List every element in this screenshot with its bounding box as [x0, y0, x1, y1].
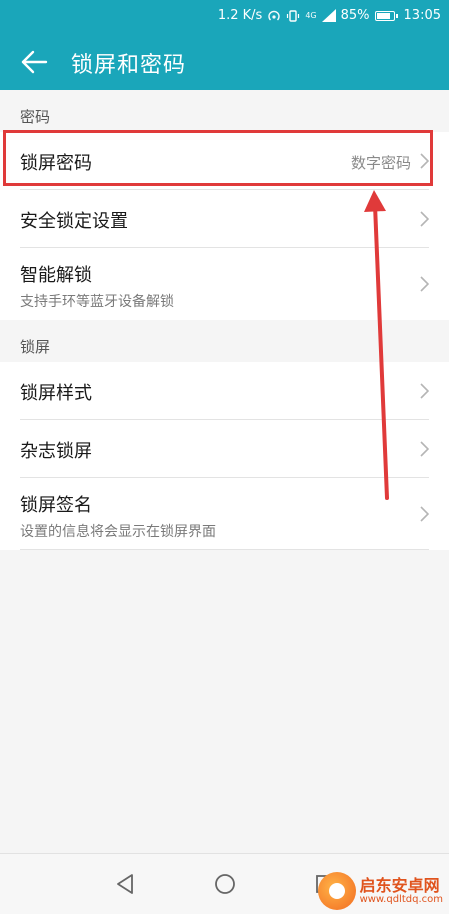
magazine-lock-screen-item[interactable]: 杂志锁屏 [0, 420, 449, 478]
vibrate-icon [287, 9, 300, 22]
lock-screen-style-item[interactable]: 锁屏样式 [0, 362, 449, 420]
smart-unlock-item[interactable]: 智能解锁 支持手环等蓝牙设备解锁 [0, 248, 449, 320]
system-nav-bar: 启东安卓网 www.qdltdq.com [0, 853, 449, 914]
chevron-right-icon [420, 383, 429, 399]
clock: 13:05 [403, 8, 441, 23]
lock-screen-signature-item[interactable]: 锁屏签名 设置的信息将会显示在锁屏界面 [0, 478, 449, 550]
status-icons: 1.2 K/s 4G 85% 13:05 [218, 8, 441, 23]
page-title: 锁屏和密码 [71, 53, 187, 78]
battery-icon [374, 10, 398, 21]
chevron-right-icon [420, 153, 429, 169]
section-label-password: 密码 [20, 108, 51, 126]
watermark: 启东安卓网 www.qdltdq.com [317, 872, 443, 910]
watermark-name: 启东安卓网 [359, 875, 440, 895]
item-title: 安全锁定设置 [20, 211, 128, 232]
item-title: 锁屏样式 [20, 383, 92, 404]
status-bar: 1.2 K/s 4G 85% 13:05 [0, 0, 449, 34]
item-title: 锁屏密码 [20, 153, 92, 174]
chevron-right-icon [420, 506, 429, 522]
network-speed: 1.2 K/s [217, 8, 263, 23]
section-label-lock-screen: 锁屏 [20, 338, 51, 356]
item-value: 数字密码 [350, 154, 411, 172]
security-lock-settings-item[interactable]: 安全锁定设置 [0, 190, 449, 248]
settings-group-password: 锁屏密码 数字密码 安全锁定设置 智能解锁 支持手环等蓝牙设备解锁 [0, 132, 449, 320]
battery-fill [376, 12, 390, 19]
item-title: 智能解锁 [20, 265, 92, 286]
nav-home-icon[interactable] [212, 871, 238, 897]
chevron-right-icon [420, 276, 429, 292]
battery-percent: 85% [340, 8, 370, 23]
app-bar: 锁屏和密码 [0, 34, 449, 90]
watermark-logo-icon [317, 872, 356, 910]
item-subtitle: 支持手环等蓝牙设备解锁 [20, 294, 174, 310]
item-title: 杂志锁屏 [20, 441, 92, 462]
item-title: 锁屏签名 [20, 495, 92, 516]
hotspot-icon [268, 10, 281, 20]
arrow-left-icon[interactable] [20, 50, 48, 74]
settings-group-lock-screen: 锁屏样式 杂志锁屏 锁屏签名 设置的信息将会显示在锁屏界面 [0, 362, 449, 550]
network-type-icon: 4G [305, 11, 317, 20]
watermark-url: www.qdltdq.com [359, 894, 443, 906]
lock-screen-password-item[interactable]: 锁屏密码 数字密码 [0, 132, 449, 190]
divider [20, 549, 429, 550]
signal-icon [321, 9, 336, 22]
chevron-right-icon [420, 211, 429, 227]
nav-back-icon[interactable] [112, 871, 138, 897]
item-subtitle: 设置的信息将会显示在锁屏界面 [20, 524, 216, 540]
chevron-right-icon [420, 441, 429, 457]
